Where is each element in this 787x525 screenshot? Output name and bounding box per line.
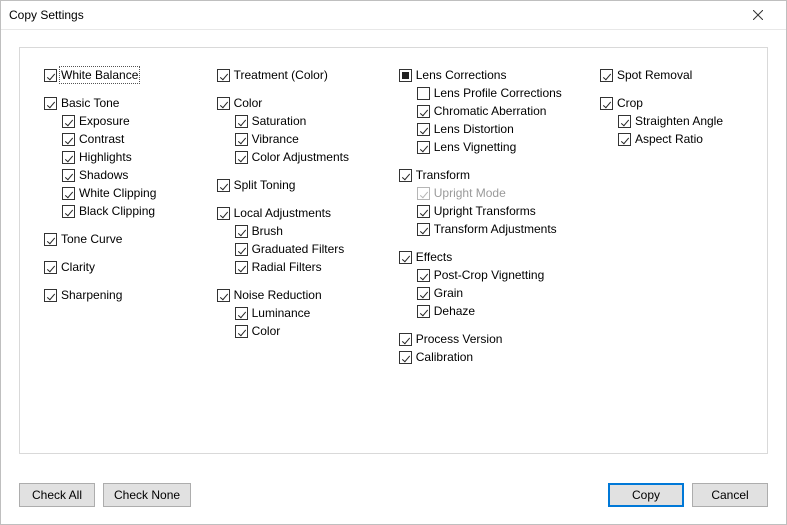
chk-straighten[interactable]: Straighten Angle: [618, 112, 743, 130]
titlebar: Copy Settings: [1, 1, 786, 30]
chk-post-crop[interactable]: Post-Crop Vignetting: [417, 266, 580, 284]
chk-lens-corrections[interactable]: Lens Corrections: [399, 66, 580, 84]
chk-luminance[interactable]: Luminance: [235, 304, 379, 322]
chk-calibration[interactable]: Calibration: [399, 348, 580, 366]
button-bar: Check All Check None Copy Cancel: [19, 481, 768, 509]
chk-transform[interactable]: Transform: [399, 166, 580, 184]
column-2: Treatment (Color) Color Saturation Vibra…: [217, 66, 379, 376]
chk-local-adjustments[interactable]: Local Adjustments: [217, 204, 379, 222]
column-4: Spot Removal Crop Straighten Angle Aspec…: [600, 66, 743, 376]
chk-brush[interactable]: Brush: [235, 222, 379, 240]
chk-nr-color[interactable]: Color: [235, 322, 379, 340]
chk-spot-removal[interactable]: Spot Removal: [600, 66, 743, 84]
chk-dehaze[interactable]: Dehaze: [417, 302, 580, 320]
chk-exposure[interactable]: Exposure: [62, 112, 197, 130]
chk-crop[interactable]: Crop: [600, 94, 743, 112]
dialog-copy-settings: Copy Settings White Balance Basic Tone E…: [0, 0, 787, 525]
chk-sharpening[interactable]: Sharpening: [44, 286, 197, 304]
chk-split-toning[interactable]: Split Toning: [217, 176, 379, 194]
chk-saturation[interactable]: Saturation: [235, 112, 379, 130]
chk-vibrance[interactable]: Vibrance: [235, 130, 379, 148]
chk-grain[interactable]: Grain: [417, 284, 580, 302]
copy-button[interactable]: Copy: [608, 483, 684, 507]
chk-upright-mode: Upright Mode: [417, 184, 580, 202]
chk-lens-distortion[interactable]: Lens Distortion: [417, 120, 580, 138]
check-none-button[interactable]: Check None: [103, 483, 191, 507]
close-icon: [753, 10, 763, 20]
chk-chromatic[interactable]: Chromatic Aberration: [417, 102, 580, 120]
chk-black-clipping[interactable]: Black Clipping: [62, 202, 197, 220]
chk-highlights[interactable]: Highlights: [62, 148, 197, 166]
chk-shadows[interactable]: Shadows: [62, 166, 197, 184]
chk-color[interactable]: Color: [217, 94, 379, 112]
chk-radial-filters[interactable]: Radial Filters: [235, 258, 379, 276]
chk-contrast[interactable]: Contrast: [62, 130, 197, 148]
column-3: Lens Corrections Lens Profile Correction…: [399, 66, 580, 376]
chk-lens-profile[interactable]: Lens Profile Corrections: [417, 84, 580, 102]
cancel-button[interactable]: Cancel: [692, 483, 768, 507]
chk-treatment[interactable]: Treatment (Color): [217, 66, 379, 84]
chk-noise-reduction[interactable]: Noise Reduction: [217, 286, 379, 304]
chk-process-version[interactable]: Process Version: [399, 330, 580, 348]
chk-effects[interactable]: Effects: [399, 248, 580, 266]
chk-graduated-filters[interactable]: Graduated Filters: [235, 240, 379, 258]
close-button[interactable]: [738, 3, 778, 27]
chk-color-adjustments[interactable]: Color Adjustments: [235, 148, 379, 166]
chk-lens-vignetting[interactable]: Lens Vignetting: [417, 138, 580, 156]
settings-panel: White Balance Basic Tone Exposure Contra…: [19, 47, 768, 454]
chk-transform-adjustments[interactable]: Transform Adjustments: [417, 220, 580, 238]
chk-basic-tone[interactable]: Basic Tone: [44, 94, 197, 112]
chk-tone-curve[interactable]: Tone Curve: [44, 230, 197, 248]
chk-white-clipping[interactable]: White Clipping: [62, 184, 197, 202]
check-all-button[interactable]: Check All: [19, 483, 95, 507]
chk-upright-transforms[interactable]: Upright Transforms: [417, 202, 580, 220]
window-title: Copy Settings: [9, 8, 738, 22]
chk-white-balance[interactable]: White Balance: [44, 66, 197, 84]
chk-aspect[interactable]: Aspect Ratio: [618, 130, 743, 148]
column-1: White Balance Basic Tone Exposure Contra…: [44, 66, 197, 376]
chk-clarity[interactable]: Clarity: [44, 258, 197, 276]
